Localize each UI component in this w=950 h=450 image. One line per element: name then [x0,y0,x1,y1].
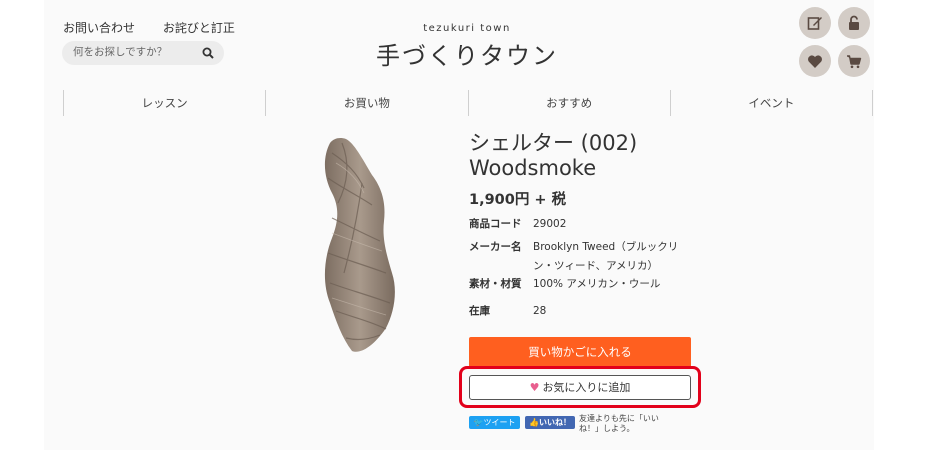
add-to-favorites-button[interactable]: ♥ お気に入りに追加 [469,375,691,400]
spec-value: 28 [533,305,547,317]
heart-icon: ♥ [529,381,540,394]
product-price: 1,900円 + 税 [469,192,567,208]
brand-subtitle: tezukuri town [423,23,511,34]
heart-icon [808,54,822,68]
product-title-line1: シェルター (002) [469,131,638,155]
facebook-like-button[interactable]: 👍いいね！ [525,416,575,429]
spec-key: 商品コード [469,218,522,230]
twitter-bird-icon: 🐦 [473,418,484,427]
like-label: いいね！ [538,418,571,427]
product-image[interactable] [302,133,402,355]
cart-button[interactable] [838,45,870,77]
unlock-icon [849,15,859,30]
nav-recommend[interactable]: おすすめ [467,90,670,116]
login-button[interactable] [838,7,870,39]
tweet-button[interactable]: 🐦ツイート [469,416,520,429]
site-logo[interactable]: 手づくりタウン [0,36,934,71]
product-title-line2: Woodsmoke [469,156,597,180]
spec-value: 100% アメリカン・ウール [533,278,661,290]
edit-button[interactable] [799,7,831,39]
cart-icon [847,54,862,68]
nav-event[interactable]: イベント [669,90,873,116]
spec-value: Brooklyn Tweed（ブルックリン・ツィード、アメリカ） [533,241,679,272]
main-nav: レッスン お買い物 おすすめ イベント [63,90,873,116]
spec-key: 在庫 [469,305,490,317]
edit-icon [807,17,822,30]
favorite-label: お気に入りに追加 [542,381,631,394]
add-to-cart-button[interactable]: 買い物かごに入れる [469,337,691,368]
tweet-label: ツイート [483,418,516,427]
spec-key: 素材・材質 [469,278,522,290]
like-note: 友達よりも先に「いいね！」しよう。 [579,414,659,433]
thumbs-up-icon: 👍 [529,418,539,427]
spec-key: メーカー名 [469,241,522,253]
nav-shopping[interactable]: お買い物 [265,90,467,116]
favorites-button[interactable] [799,45,831,77]
spec-value: 29002 [533,218,567,230]
product-title: シェルター (002) Woodsmoke [469,131,637,181]
nav-lesson[interactable]: レッスン [63,90,265,116]
